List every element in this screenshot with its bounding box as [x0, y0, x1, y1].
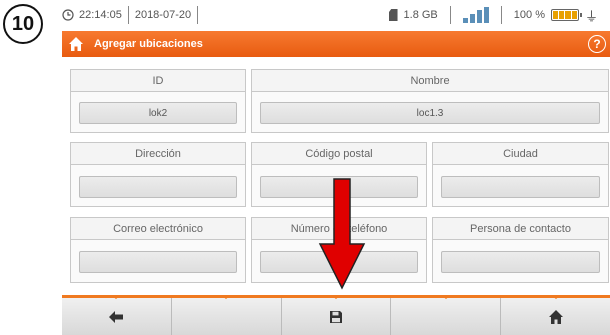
- correo-label: Correo electrónico: [71, 218, 245, 240]
- status-bar: 22:14:05 2018-07-20 1.8 GB 100 % ⏚: [62, 0, 610, 30]
- save-icon: [329, 310, 342, 323]
- correo-field[interactable]: [79, 251, 237, 273]
- nombre-label: Nombre: [252, 70, 608, 92]
- contacto-field[interactable]: [441, 251, 600, 273]
- home-icon[interactable]: [68, 36, 84, 52]
- signal-strength-icon: [462, 7, 489, 23]
- date-text: 2018-07-20: [134, 9, 192, 21]
- nombre-field[interactable]: loc1.3: [260, 102, 600, 124]
- bottom-toolbar: [62, 295, 610, 335]
- back-button[interactable]: [62, 295, 172, 335]
- toolbar-button-empty[interactable]: [171, 295, 282, 335]
- ciudad-panel: Ciudad: [432, 142, 609, 207]
- separator: [449, 6, 451, 24]
- plug-icon: ⏚: [584, 8, 598, 24]
- direccion-field[interactable]: [79, 176, 237, 198]
- red-arrow-annotation: [318, 178, 366, 290]
- help-icon[interactable]: ?: [588, 35, 606, 53]
- contacto-label: Persona de contacto: [433, 218, 608, 240]
- separator: [500, 6, 502, 24]
- nombre-panel: Nombre loc1.3: [251, 69, 609, 133]
- battery-percent-text: 100 %: [513, 9, 545, 21]
- clock-icon: [62, 9, 74, 21]
- time-text: 22:14:05: [79, 9, 122, 21]
- id-panel: ID lok2: [70, 69, 246, 133]
- page-title: Agregar ubicaciones: [94, 38, 203, 50]
- toolbar-button-empty[interactable]: [391, 295, 502, 335]
- home-icon: [548, 309, 563, 324]
- direccion-label: Dirección: [71, 143, 245, 165]
- home-button[interactable]: [501, 295, 610, 335]
- step-number-badge: 10: [3, 4, 43, 44]
- sd-card-icon: [388, 9, 398, 21]
- contacto-panel: Persona de contacto: [432, 217, 609, 283]
- id-field[interactable]: lok2: [79, 102, 237, 124]
- storage-text: 1.8 GB: [403, 9, 438, 21]
- title-bar: Agregar ubicaciones ?: [62, 31, 610, 57]
- ciudad-field[interactable]: [441, 176, 600, 198]
- back-arrow-icon: [109, 310, 124, 323]
- ciudad-label: Ciudad: [433, 143, 608, 165]
- clock: 22:14:05: [62, 9, 122, 21]
- separator: [197, 6, 199, 24]
- correo-panel: Correo electrónico: [70, 217, 246, 283]
- status-indicators: 1.8 GB 100 % ⏚: [388, 0, 598, 30]
- direccion-panel: Dirección: [70, 142, 246, 207]
- save-button[interactable]: [281, 295, 392, 335]
- id-label: ID: [71, 70, 245, 92]
- separator: [127, 6, 129, 24]
- battery-icon: [550, 9, 582, 21]
- codigo-postal-label: Código postal: [252, 143, 426, 165]
